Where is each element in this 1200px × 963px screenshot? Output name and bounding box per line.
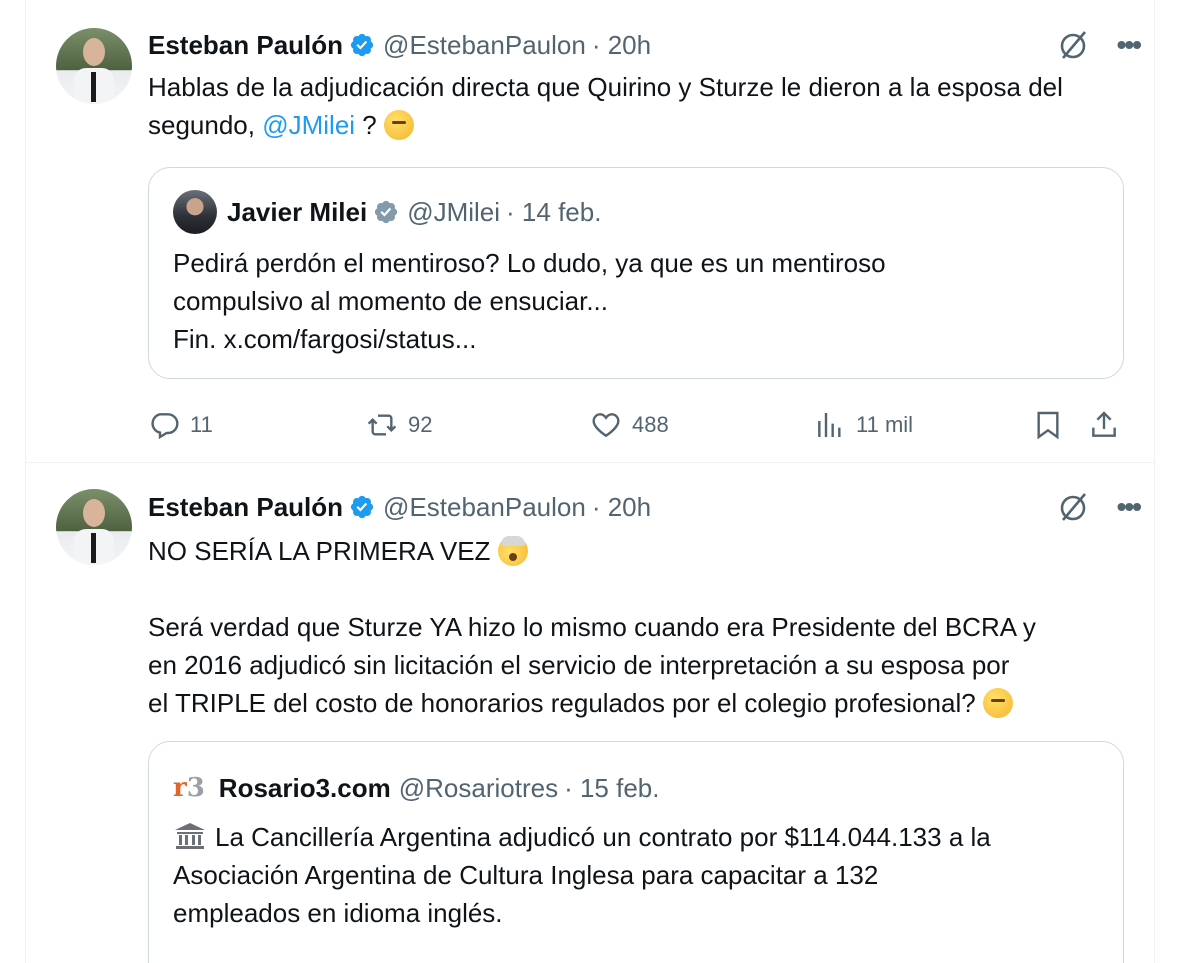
tweet-text-line: Será verdad que Sturze YA hizo lo mismo … — [148, 612, 1036, 642]
quoted-author-handle: @JMilei — [407, 196, 501, 227]
reply-button[interactable]: 11 — [148, 405, 213, 445]
quoted-text-line: Fin. x.com/fargosi/status... — [173, 324, 477, 354]
quoted-author-handle: @Rosariotres — [398, 772, 559, 803]
views-count: 11 mil — [856, 412, 914, 437]
author-name[interactable]: Esteban Paulón — [148, 492, 343, 523]
avatar[interactable] — [56, 489, 132, 565]
reply-icon — [151, 413, 179, 440]
timestamp[interactable]: · 20h — [592, 492, 651, 523]
quoted-timestamp: · 14 feb. — [506, 196, 602, 227]
more-icon[interactable]: ••• — [1117, 493, 1142, 521]
quoted-timestamp: · 15 feb. — [564, 772, 660, 803]
quoted-tweet[interactable]: Javier Milei @JMilei · 14 feb. Pedirá pe… — [148, 167, 1124, 379]
tweet-text-line: NO SERÍA LA PRIMERA VEZ — [148, 536, 498, 566]
quoted-tweet-header: r3 Rosario3.com @Rosariotres · 15 feb. — [173, 768, 659, 808]
quoted-author-name: Rosario3.com — [218, 772, 391, 803]
avatar[interactable] — [56, 28, 132, 104]
timestamp[interactable]: · 20h — [592, 30, 651, 61]
bookmark-icon — [1037, 411, 1059, 440]
retweet-button[interactable]: 92 — [366, 405, 432, 445]
rosario3-logo: r3 — [173, 773, 205, 803]
quoted-text-line: compulsivo al momento de ensuciar... — [173, 286, 608, 316]
grok-icon[interactable] — [1057, 28, 1091, 62]
mention-link[interactable]: @JMilei — [262, 110, 355, 140]
author-handle[interactable]: @EstebanPaulon — [383, 30, 586, 61]
quoted-text-line: Pedirá perdón el mentiroso? Lo dudo, ya … — [173, 248, 886, 278]
quoted-text-line: empleados en idioma inglés. — [173, 898, 503, 928]
quoted-text-line: Asociación Argentina de Cultura Inglesa … — [173, 860, 879, 890]
heart-icon — [592, 413, 620, 438]
tweet-actions: 11 92 488 11 mil — [148, 405, 1138, 445]
reply-count: 11 — [190, 412, 213, 437]
author-name[interactable]: Esteban Paulón — [148, 30, 343, 61]
retweet-count: 92 — [408, 412, 433, 437]
tweet-top-actions: ••• — [1057, 28, 1142, 62]
share-button[interactable] — [1088, 405, 1130, 445]
tweet-text-line: en 2016 adjudicó sin licitación el servi… — [148, 650, 1010, 680]
tweet-top-actions: ••• — [1057, 490, 1142, 524]
quoted-text-line: La Cancillería Argentina adjudicó un con… — [215, 822, 991, 852]
grok-icon[interactable] — [1057, 490, 1091, 524]
thinking-emoji-icon — [982, 688, 1013, 718]
tweet-text-line: el TRIPLE del costo de honorarios regula… — [148, 688, 983, 718]
timeline-feed: Esteban Paulón @EstebanPaulon · 20h ••• … — [25, 0, 1155, 963]
quoted-author-name: Javier Milei — [227, 196, 368, 227]
thinking-emoji-icon — [383, 110, 414, 140]
classical-building-icon — [175, 823, 205, 849]
tweet-header: Esteban Paulón @EstebanPaulon · 20h — [148, 30, 651, 60]
like-count: 488 — [632, 412, 669, 437]
quoted-tweet-text: Pedirá perdón el mentiroso? Lo dudo, ya … — [173, 244, 1103, 358]
quoted-tweet-header: Javier Milei @JMilei · 14 feb. — [173, 190, 602, 234]
bookmark-button[interactable] — [1032, 405, 1074, 445]
tweet-header: Esteban Paulón @EstebanPaulon · 20h — [148, 492, 651, 522]
verified-badge-icon — [350, 495, 374, 519]
tweet-text-part: ? — [355, 110, 384, 140]
retweet-icon — [367, 414, 397, 436]
share-icon — [1092, 411, 1116, 437]
like-button[interactable]: 488 — [590, 405, 669, 445]
logo-r: r — [173, 773, 187, 803]
views-icon — [818, 413, 841, 437]
logo-3: 3 — [186, 773, 205, 803]
avatar — [173, 190, 217, 234]
tweet[interactable]: Esteban Paulón @EstebanPaulon · 20h ••• … — [26, 464, 1154, 963]
tweet-text: Hablas de la adjudicación directa que Qu… — [148, 68, 1138, 144]
quoted-tweet[interactable]: r3 Rosario3.com @Rosariotres · 15 feb. L… — [148, 741, 1124, 963]
tweet-text: NO SERÍA LA PRIMERA VEZ Será verdad que … — [148, 532, 1138, 722]
verified-badge-icon — [350, 33, 374, 57]
author-handle[interactable]: @EstebanPaulon — [383, 492, 586, 523]
exploding-head-emoji-icon — [497, 536, 528, 566]
verified-badge-icon — [375, 200, 398, 224]
more-icon[interactable]: ••• — [1117, 31, 1142, 59]
tweet[interactable]: Esteban Paulón @EstebanPaulon · 20h ••• … — [26, 0, 1154, 463]
quoted-tweet-text: La Cancillería Argentina adjudicó un con… — [173, 818, 1103, 932]
views-button[interactable]: 11 mil — [814, 405, 913, 445]
